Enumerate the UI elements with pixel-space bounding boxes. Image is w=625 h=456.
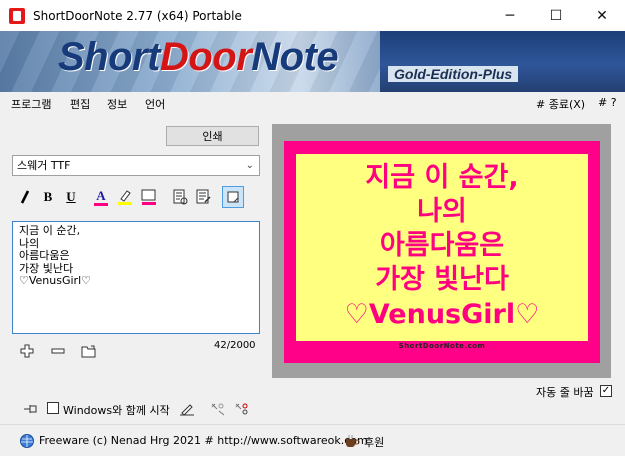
autostart-checkbox[interactable]	[47, 402, 59, 414]
note-text-area[interactable]: 지금 이 순간, 나의 아름다움은 가장 빛난다 ♡VenusGirl♡	[12, 221, 260, 334]
font-select[interactable]: 스웨거 TTF ⌄	[12, 155, 260, 176]
banner-edition: Gold-Edition-Plus	[388, 66, 519, 82]
app-banner: ShortDoorNote Gold-Edition-Plus	[0, 31, 625, 92]
character-counter: 42/2000	[214, 340, 256, 351]
banner-logo-text: ShortDoorNote	[58, 35, 339, 79]
close-button[interactable]: ✕	[579, 0, 625, 31]
chevron-down-icon: ⌄	[245, 160, 254, 171]
footer-bar: Freeware (c) Nenad Hrg 2021 # http://www…	[0, 424, 625, 456]
bold-button[interactable]: B	[37, 186, 59, 208]
menu-language[interactable]: 언어	[145, 96, 165, 112]
tools-icon[interactable]	[209, 400, 227, 418]
edit-icon[interactable]	[178, 400, 196, 418]
menu-info[interactable]: 정보	[107, 96, 127, 112]
note-mode-icon[interactable]	[222, 186, 244, 208]
add-note-icon[interactable]	[18, 342, 36, 360]
font-color-button[interactable]: A	[90, 186, 112, 208]
font-select-value: 스웨거 TTF	[17, 159, 71, 172]
window-title: ShortDoorNote 2.77 (x64) Portable	[33, 8, 242, 23]
donate-link[interactable]: 후원	[364, 434, 384, 450]
maximize-button[interactable]: ☐	[533, 0, 579, 31]
autostart-label: Windows와 함께 시작	[63, 404, 170, 417]
website-icon	[18, 432, 36, 450]
preview-line: 아름다움은	[379, 230, 505, 261]
menu-edit[interactable]: 편집	[70, 96, 90, 112]
open-folder-icon[interactable]	[80, 342, 98, 360]
italic-button[interactable]	[14, 186, 36, 208]
underline-button[interactable]: U	[60, 186, 82, 208]
preview-note: 지금 이 순간, 나의 아름다움은 가장 빛난다 ♡VenusGirl♡	[296, 154, 588, 341]
menu-program[interactable]: 프로그램	[11, 96, 51, 112]
word-wrap-label: 자동 줄 바꿈	[536, 386, 594, 399]
print-button[interactable]: 인쇄	[166, 126, 259, 146]
coffee-icon	[343, 432, 361, 450]
word-wrap-checkbox[interactable]: ✓	[600, 385, 612, 397]
menu-help[interactable]: # ?	[598, 96, 617, 109]
preview-line: ♡VenusGirl♡	[344, 299, 540, 330]
background-color-icon[interactable]	[138, 186, 160, 208]
pin-icon[interactable]	[22, 400, 40, 418]
format-toolbar: B U A	[12, 186, 262, 210]
app-icon	[9, 7, 25, 24]
preview-line: 나의	[417, 196, 467, 227]
note-preview: 지금 이 순간, 나의 아름다움은 가장 빛난다 ♡VenusGirl♡ Sho…	[272, 124, 611, 378]
preview-border: 지금 이 순간, 나의 아름다움은 가장 빛난다 ♡VenusGirl♡ Sho…	[284, 141, 600, 363]
settings-icon[interactable]	[233, 400, 251, 418]
print-preview-icon[interactable]	[169, 186, 191, 208]
preview-credit: ShortDoorNote.com	[398, 342, 486, 350]
minimize-button[interactable]: ─	[487, 0, 533, 31]
title-bar: ShortDoorNote 2.77 (x64) Portable ─ ☐ ✕	[0, 0, 625, 31]
menu-bar: 프로그램 편집 정보 언어 # 종료(X) # ?	[0, 92, 625, 114]
page-settings-icon[interactable]	[192, 186, 214, 208]
preview-line: 지금 이 순간,	[365, 162, 519, 193]
highlight-color-icon[interactable]	[114, 186, 136, 208]
remove-note-icon[interactable]	[49, 342, 67, 360]
preview-line: 가장 빛난다	[375, 264, 509, 295]
footer-link[interactable]: Freeware (c) Nenad Hrg 2021 # http://www…	[39, 434, 368, 447]
menu-exit[interactable]: # 종료(X)	[536, 96, 585, 112]
